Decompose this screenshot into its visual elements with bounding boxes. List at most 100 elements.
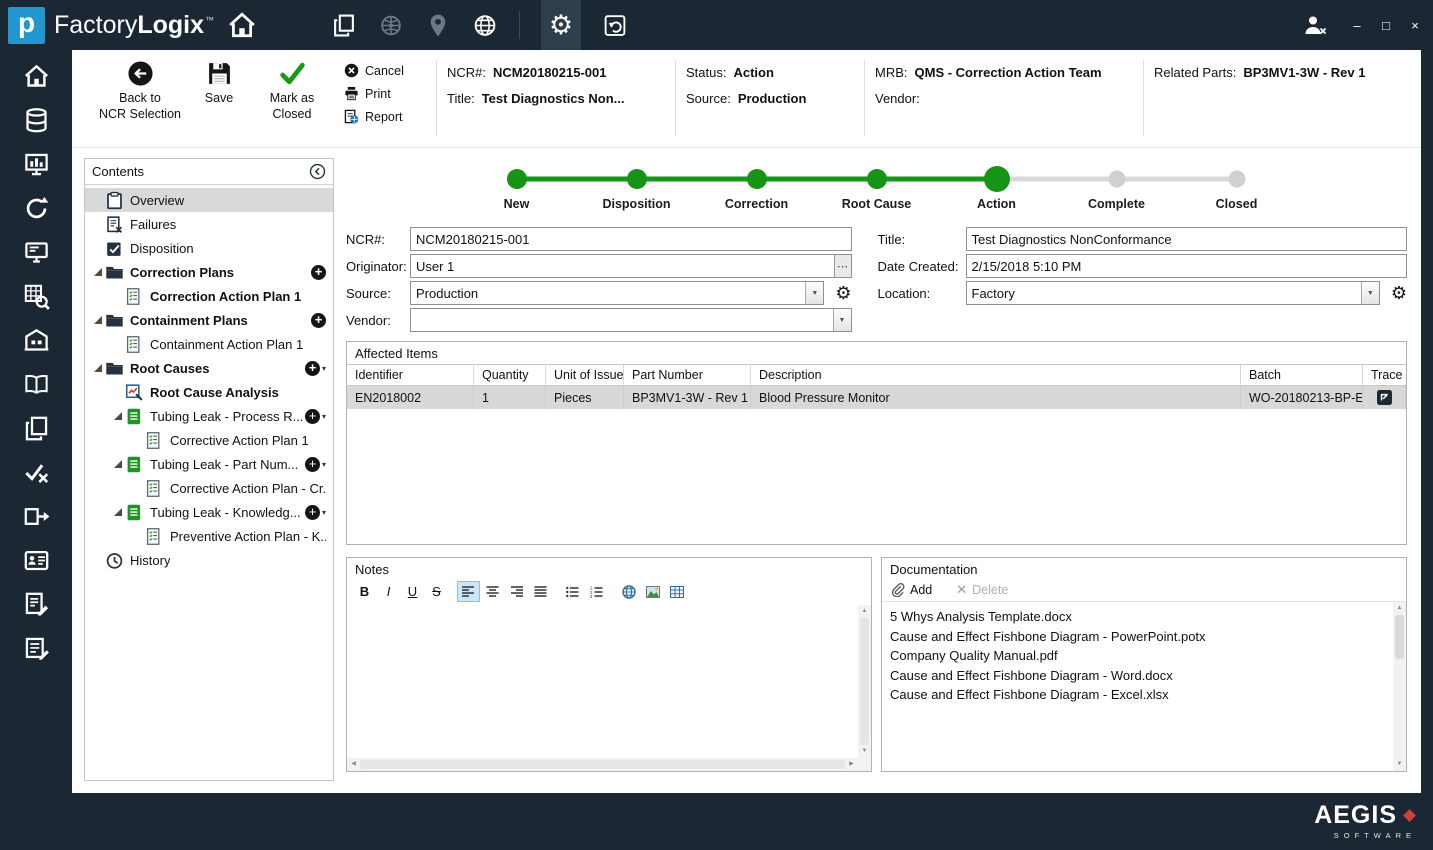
tree-item-overview[interactable]: Overview <box>85 188 333 212</box>
add-menu-caret-icon[interactable]: ▾ <box>322 460 326 469</box>
location-icon[interactable] <box>424 12 451 38</box>
add-plus-icon[interactable]: + <box>311 264 326 280</box>
underline-button[interactable]: U <box>401 581 424 602</box>
date-created-input[interactable]: 2/15/2018 5:10 PM <box>965 254 1407 278</box>
network-icon[interactable] <box>377 12 404 38</box>
badge-icon[interactable] <box>23 547 50 574</box>
add-plus-icon[interactable]: + <box>304 456 320 472</box>
expander-icon[interactable] <box>111 508 124 516</box>
originator-input[interactable]: User 1 ⋯ <box>410 254 852 278</box>
add-plus-icon[interactable]: + <box>304 408 320 424</box>
column-batch[interactable]: Batch <box>1241 364 1363 386</box>
tree-item-tubing-leak-knowledg[interactable]: Tubing Leak - Knowledg... + ▾ <box>85 500 333 524</box>
dropdown-arrow-icon[interactable]: ▼ <box>805 282 824 304</box>
dropdown-arrow-icon[interactable]: ▼ <box>832 309 851 331</box>
align-justify-button[interactable] <box>529 581 552 602</box>
report-button[interactable]: Report <box>344 109 426 124</box>
back-to-ncr-selection-button[interactable]: Back to NCR Selection <box>94 60 186 122</box>
tree-item-correction-action-plan-1[interactable]: Correction Action Plan 1 <box>85 284 333 308</box>
note-edit-icon[interactable] <box>23 635 50 662</box>
mark-as-closed-button[interactable]: Mark as Closed <box>254 60 330 122</box>
collapse-panel-icon[interactable] <box>309 163 326 180</box>
ncr-input[interactable]: NCM20180215-001 <box>410 227 852 251</box>
column-identifier[interactable]: Identifier <box>347 364 474 386</box>
hyperlink-button[interactable] <box>617 581 640 602</box>
data-search-icon[interactable] <box>23 283 50 310</box>
add-plus-icon[interactable]: + <box>304 504 320 520</box>
tree-item-tubing-leak-part-num[interactable]: Tubing Leak - Part Num... + ▾ <box>85 452 333 476</box>
tree-item-root-cause-analysis[interactable]: Root Cause Analysis <box>85 380 333 404</box>
expander-icon[interactable] <box>91 316 104 324</box>
column-quantity[interactable]: Quantity <box>474 364 546 386</box>
web-icon[interactable] <box>471 12 498 38</box>
add-plus-icon[interactable]: + <box>311 312 326 328</box>
source-select[interactable]: Production ▼ <box>410 281 825 305</box>
strikethrough-button[interactable]: S <box>425 581 448 602</box>
location-settings-gear-icon[interactable]: ⚙ <box>1391 284 1407 302</box>
documents-icon[interactable] <box>23 415 50 442</box>
tree-item-tubing-leak-process-r[interactable]: Tubing Leak - Process R... + ▾ <box>85 404 333 428</box>
column-description[interactable]: Description <box>751 364 1241 386</box>
cancel-button[interactable]: Cancel <box>344 63 426 78</box>
tree-item-containment-plans[interactable]: Containment Plans + <box>85 308 333 332</box>
close-button[interactable]: × <box>1407 18 1423 33</box>
add-document-button[interactable]: Add <box>890 582 932 597</box>
tree-item-history[interactable]: History <box>85 548 333 572</box>
document-item[interactable]: Cause and Effect Fishbone Diagram - Word… <box>890 666 1388 686</box>
document-item[interactable]: Cause and Effect Fishbone Diagram - Powe… <box>890 627 1388 647</box>
expander-icon[interactable] <box>91 268 104 276</box>
vendor-select[interactable]: ▼ <box>410 308 852 332</box>
expander-icon[interactable] <box>111 412 124 420</box>
originator-browse-button[interactable]: ⋯ <box>833 255 851 277</box>
tree-item-failures[interactable]: Failures <box>85 212 333 236</box>
document-item[interactable]: 5 Whys Analysis Template.docx <box>890 607 1388 627</box>
verify-icon[interactable] <box>23 459 50 486</box>
tree-item-correction-plans[interactable]: Correction Plans + <box>85 260 333 284</box>
tree-item-corrective-action-plan-cr[interactable]: Corrective Action Plan - Cr... <box>85 476 333 500</box>
workstation-icon[interactable] <box>23 239 50 266</box>
add-plus-icon[interactable]: + <box>304 360 320 376</box>
tree-item-disposition[interactable]: Disposition <box>85 236 333 260</box>
expander-icon[interactable] <box>91 364 104 372</box>
home-icon[interactable] <box>228 12 256 38</box>
column-part-number[interactable]: Part Number <box>624 364 751 386</box>
add-menu-caret-icon[interactable]: ▾ <box>322 508 326 517</box>
library-icon[interactable] <box>23 371 50 398</box>
source-settings-gear-icon[interactable]: ⚙ <box>835 284 851 302</box>
add-menu-caret-icon[interactable]: ▾ <box>322 412 326 421</box>
transfer-icon[interactable] <box>23 503 50 530</box>
home-icon[interactable] <box>23 63 50 90</box>
documents-icon[interactable] <box>330 12 357 38</box>
column-trace[interactable]: Trace <box>1363 364 1406 386</box>
image-button[interactable] <box>641 581 664 602</box>
column-unit-of-issue[interactable]: Unit of Issue <box>546 364 624 386</box>
gear-icon[interactable]: ⚙ <box>541 0 581 50</box>
undo-history-icon[interactable] <box>601 12 628 38</box>
delete-document-button[interactable]: ✕ Delete <box>956 583 1008 597</box>
refresh-icon[interactable] <box>23 195 50 222</box>
document-item[interactable]: Cause and Effect Fishbone Diagram - Exce… <box>890 685 1388 705</box>
logout-user-icon[interactable] <box>1301 12 1328 38</box>
maximize-button[interactable]: □ <box>1378 18 1394 33</box>
align-center-button[interactable] <box>481 581 504 602</box>
tree-item-corrective-action-plan-1[interactable]: Corrective Action Plan 1 <box>85 428 333 452</box>
save-button[interactable]: Save <box>190 60 248 107</box>
database-icon[interactable] <box>23 107 50 134</box>
align-left-button[interactable] <box>457 581 480 602</box>
document-item[interactable]: Company Quality Manual.pdf <box>890 646 1388 666</box>
report-edit-icon[interactable] <box>23 591 50 618</box>
title-input[interactable]: Test Diagnostics NonConformance <box>965 227 1407 251</box>
warehouse-icon[interactable] <box>23 327 50 354</box>
notes-vertical-scrollbar[interactable]: ▲ ▼ <box>858 605 871 758</box>
bold-button[interactable]: B <box>353 581 376 602</box>
documents-scrollbar[interactable]: ▲ ▼ <box>1393 602 1406 771</box>
table-button[interactable] <box>665 581 688 602</box>
notes-horizontal-scrollbar[interactable]: ◀ ▶ <box>347 758 858 771</box>
italic-button[interactable]: I <box>377 581 400 602</box>
trace-icon[interactable] <box>1363 386 1406 409</box>
align-right-button[interactable] <box>505 581 528 602</box>
add-menu-caret-icon[interactable]: ▾ <box>322 364 326 373</box>
dropdown-arrow-icon[interactable]: ▼ <box>1360 282 1379 304</box>
tree-item-containment-action-plan-1[interactable]: Containment Action Plan 1 <box>85 332 333 356</box>
production-icon[interactable] <box>23 151 50 178</box>
